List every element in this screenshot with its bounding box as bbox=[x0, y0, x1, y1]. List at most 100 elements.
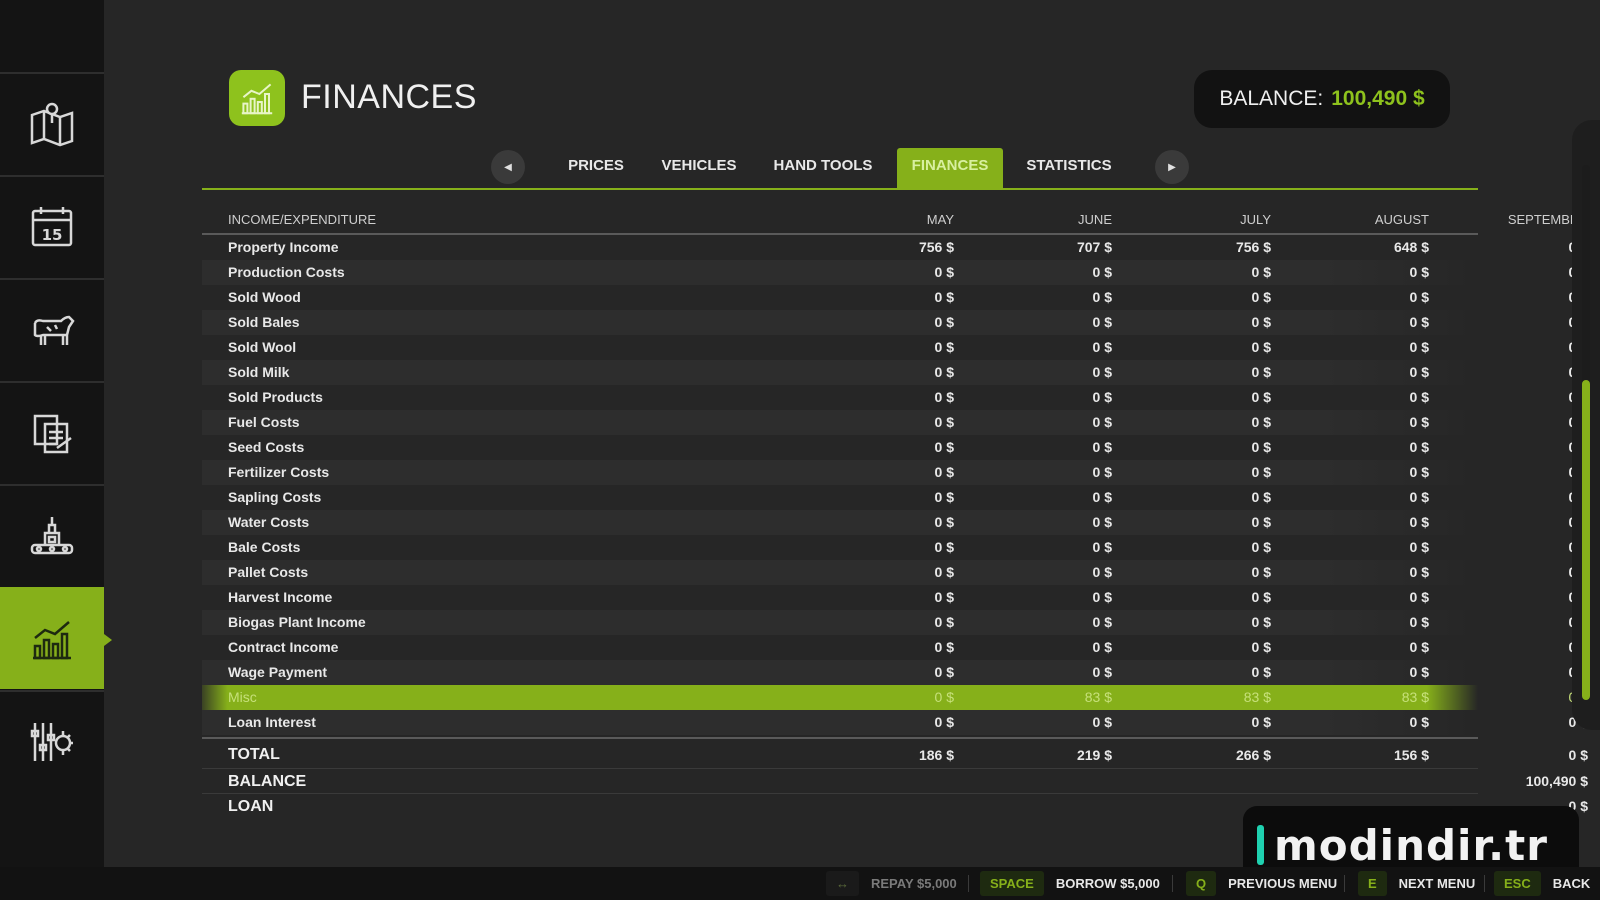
row-value: 0 $ bbox=[1468, 360, 1588, 385]
row-value: 0 $ bbox=[1251, 314, 1271, 330]
tab-prev-button[interactable]: ◀ bbox=[491, 150, 525, 184]
row-value: 0 $ bbox=[1092, 489, 1112, 505]
tab-hand-tools[interactable]: HAND TOOLS bbox=[770, 148, 876, 190]
row-value: 0 $ bbox=[1092, 389, 1112, 405]
row-label: Wage Payment bbox=[228, 664, 328, 680]
balance-display: BALANCE: 100,490 $ bbox=[1194, 70, 1450, 128]
row-value: 0 $ bbox=[1092, 639, 1112, 655]
row-value: 0 $ bbox=[934, 489, 954, 505]
repay-hint[interactable]: ↔ REPAY $5,000 bbox=[826, 871, 957, 896]
animals-icon bbox=[33, 315, 75, 345]
row-value: 0 $ bbox=[1409, 589, 1429, 605]
row-value: 0 $ bbox=[1468, 435, 1588, 460]
tab-prices[interactable]: PRICES bbox=[560, 148, 632, 190]
row-value: 0 $ bbox=[934, 339, 954, 355]
row-label: Water Costs bbox=[228, 514, 310, 530]
row-value: 0 $ bbox=[934, 264, 954, 280]
sidebar-item-calendar[interactable]: 15 bbox=[0, 175, 104, 277]
table-row[interactable]: Production Costs 0 $ 0 $ 0 $ 0 $ 0 $ bbox=[202, 260, 1588, 285]
tab-finances[interactable]: FINANCES bbox=[897, 148, 1003, 190]
row-value: 0 $ bbox=[1251, 639, 1271, 655]
row-value: 0 $ bbox=[1468, 335, 1588, 360]
arrow-right-icon: ▶ bbox=[1168, 161, 1176, 173]
next-menu-key: E bbox=[1358, 871, 1387, 896]
table-row[interactable]: Pallet Costs 0 $ 0 $ 0 $ 0 $ 0 $ bbox=[202, 560, 1588, 585]
scrollbar-thumb[interactable] bbox=[1582, 380, 1590, 700]
table-row[interactable]: Fertilizer Costs 0 $ 0 $ 0 $ 0 $ 0 $ bbox=[202, 460, 1588, 485]
sidebar-item-animals[interactable] bbox=[0, 278, 104, 380]
table-row[interactable]: Bale Costs 0 $ 0 $ 0 $ 0 $ 0 $ bbox=[202, 535, 1588, 560]
table-row[interactable]: Sold Wood 0 $ 0 $ 0 $ 0 $ 0 $ bbox=[202, 285, 1588, 310]
row-value: 0 $ bbox=[1251, 714, 1271, 730]
row-value: 0 $ bbox=[1409, 289, 1429, 305]
row-value: 0 $ bbox=[1409, 539, 1429, 555]
table-row[interactable]: Sold Bales 0 $ 0 $ 0 $ 0 $ 0 $ bbox=[202, 310, 1588, 335]
finances-chart-icon bbox=[33, 621, 71, 660]
table-row[interactable]: Loan Interest 0 $ 0 $ 0 $ 0 $ 0 $ bbox=[202, 710, 1588, 735]
row-label: Sold Milk bbox=[228, 364, 290, 380]
total-value: 186 $ bbox=[918, 747, 954, 763]
row-value: 0 $ bbox=[1409, 364, 1429, 380]
header-month: MAY bbox=[926, 212, 954, 227]
table-row[interactable]: Wage Payment 0 $ 0 $ 0 $ 0 $ 0 $ bbox=[202, 660, 1588, 685]
row-label: Pallet Costs bbox=[228, 564, 309, 580]
sidebar-item-map[interactable] bbox=[0, 72, 104, 174]
table-row[interactable]: Fuel Costs 0 $ 0 $ 0 $ 0 $ 0 $ bbox=[202, 410, 1588, 435]
tab-underline bbox=[202, 188, 1478, 190]
table-row[interactable]: Property Income 756 $ 707 $ 756 $ 648 $ 0 $ bbox=[202, 235, 1588, 260]
row-value: 0 $ bbox=[1468, 285, 1588, 310]
row-value: 0 $ bbox=[1468, 685, 1588, 710]
borrow-label: BORROW $5,000 bbox=[1055, 876, 1160, 891]
row-value: 0 $ bbox=[1092, 539, 1112, 555]
row-value: 0 $ bbox=[1468, 560, 1588, 585]
next-menu-hint[interactable]: E NEXT MENU bbox=[1358, 871, 1475, 896]
balance-row-value: 100,490 $ bbox=[1525, 773, 1588, 789]
back-hint[interactable]: ESC BACK bbox=[1494, 871, 1590, 896]
row-value: 0 $ bbox=[1092, 564, 1112, 580]
loan-row-label: LOAN bbox=[228, 798, 274, 815]
table-row[interactable]: Sapling Costs 0 $ 0 $ 0 $ 0 $ 0 $ bbox=[202, 485, 1588, 510]
table-row[interactable]: Misc 0 $ 83 $ 83 $ 83 $ 0 $ bbox=[202, 685, 1588, 710]
row-value: 0 $ bbox=[1251, 489, 1271, 505]
finances-logo bbox=[229, 70, 285, 126]
row-label: Loan Interest bbox=[228, 714, 316, 730]
tab-vehicles[interactable]: VEHICLES bbox=[655, 148, 743, 190]
table-row[interactable]: Sold Products 0 $ 0 $ 0 $ 0 $ 0 $ bbox=[202, 385, 1588, 410]
sidebar-item-production[interactable] bbox=[0, 484, 104, 586]
divider bbox=[1344, 875, 1345, 892]
row-value: 0 $ bbox=[1409, 389, 1429, 405]
table-row[interactable]: Water Costs 0 $ 0 $ 0 $ 0 $ 0 $ bbox=[202, 510, 1588, 535]
repay-label: REPAY $5,000 bbox=[871, 876, 957, 891]
table-row[interactable]: Sold Milk 0 $ 0 $ 0 $ 0 $ 0 $ bbox=[202, 360, 1588, 385]
watermark-bar bbox=[1257, 825, 1264, 865]
row-label: Sapling Costs bbox=[228, 489, 322, 505]
table-row[interactable]: Seed Costs 0 $ 0 $ 0 $ 0 $ 0 $ bbox=[202, 435, 1588, 460]
row-value: 0 $ bbox=[1251, 664, 1271, 680]
table-body: Property Income 756 $ 707 $ 756 $ 648 $ 0 $ Pr… bbox=[202, 235, 1588, 735]
table-row[interactable]: Sold Wool 0 $ 0 $ 0 $ 0 $ 0 $ bbox=[202, 335, 1588, 360]
table-row[interactable]: Contract Income 0 $ 0 $ 0 $ 0 $ 0 $ bbox=[202, 635, 1588, 660]
row-value: 0 $ bbox=[1251, 439, 1271, 455]
row-value: 0 $ bbox=[1251, 539, 1271, 555]
balance-label: BALANCE: bbox=[1219, 87, 1324, 110]
sidebar-item-settings[interactable] bbox=[0, 690, 104, 792]
page-title: FINANCES bbox=[301, 78, 477, 116]
row-label: Bale Costs bbox=[228, 539, 301, 555]
table-row[interactable]: Harvest Income 0 $ 0 $ 0 $ 0 $ 0 $ bbox=[202, 585, 1588, 610]
back-key: ESC bbox=[1494, 871, 1541, 896]
sidebar-item-finances[interactable] bbox=[0, 587, 112, 689]
sidebar-item-contracts[interactable] bbox=[0, 381, 104, 483]
row-value: 0 $ bbox=[1468, 610, 1588, 635]
row-value: 0 $ bbox=[1251, 564, 1271, 580]
row-value: 0 $ bbox=[934, 689, 954, 705]
borrow-hint[interactable]: SPACE BORROW $5,000 bbox=[980, 871, 1160, 896]
tab-statistics[interactable]: STATISTICS bbox=[1020, 148, 1118, 190]
tab-next-button[interactable]: ▶ bbox=[1155, 150, 1189, 184]
total-value: 156 $ bbox=[1393, 747, 1429, 763]
table-row[interactable]: Biogas Plant Income 0 $ 0 $ 0 $ 0 $ 0 $ bbox=[202, 610, 1588, 635]
previous-menu-hint[interactable]: Q PREVIOUS MENU bbox=[1186, 871, 1337, 896]
previous-menu-key: Q bbox=[1186, 871, 1217, 896]
row-value: 0 $ bbox=[1409, 414, 1429, 430]
repay-key: ↔ bbox=[826, 871, 859, 896]
contracts-icon bbox=[33, 414, 72, 454]
